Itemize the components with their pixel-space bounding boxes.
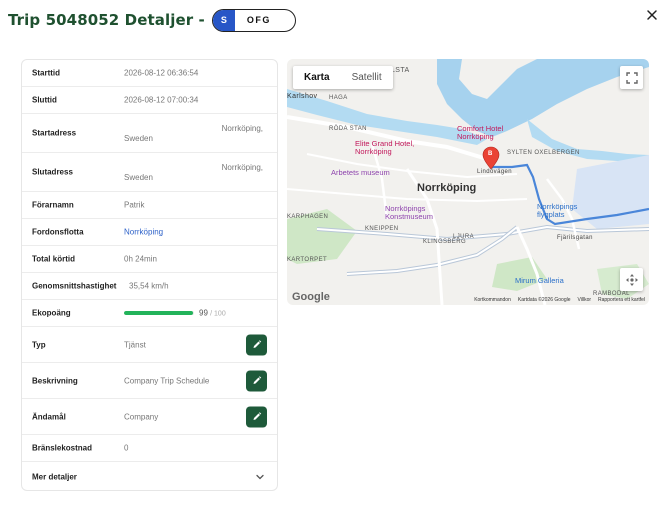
edit-purpose-button[interactable] bbox=[246, 406, 267, 427]
row-driver: Förarnamn Patrik bbox=[22, 192, 277, 219]
tab-map[interactable]: Karta bbox=[293, 66, 341, 89]
google-logo: Google bbox=[292, 291, 330, 303]
description-label: Beskrivning bbox=[32, 376, 78, 385]
tab-satellite[interactable]: Satellit bbox=[341, 66, 393, 89]
pencil-icon bbox=[253, 340, 261, 348]
eco-progress-fill bbox=[124, 311, 194, 315]
map-marker-label: B bbox=[488, 151, 493, 157]
edit-type-button[interactable] bbox=[246, 334, 267, 355]
row-type: Typ Tjänst bbox=[22, 327, 277, 363]
map-label-konstmuseum: Norrköpings Konstmuseum bbox=[385, 204, 433, 221]
row-fleet: Fordonsflotta Norrköping bbox=[22, 219, 277, 246]
map-label-kartorpet: KARTORPET bbox=[287, 257, 328, 263]
driver-label: Förarnamn bbox=[32, 200, 74, 210]
end-address-label: Slutadress bbox=[32, 167, 73, 177]
camera-control-icon bbox=[625, 273, 638, 286]
close-icon[interactable] bbox=[645, 8, 659, 22]
map-label-karlshov: Karlshov bbox=[287, 93, 318, 100]
map-label-roda-stan: RÖDA STAN bbox=[329, 126, 367, 132]
row-end-time: Sluttid 2026-08-12 07:00:34 bbox=[22, 87, 277, 114]
row-end-address: Slutadress Norrköping, Sweden bbox=[22, 153, 277, 192]
trip-details-card: Starttid 2026-08-12 06:36:54 Sluttid 202… bbox=[21, 59, 278, 491]
more-details-label: Mer detaljer bbox=[32, 472, 77, 481]
start-address-label: Startadress bbox=[32, 128, 77, 138]
more-details-toggle[interactable]: Mer detaljer bbox=[22, 462, 277, 490]
fullscreen-button[interactable] bbox=[620, 66, 643, 89]
fleet-label: Fordonsflotta bbox=[32, 227, 84, 237]
row-drive-time: Total körtid 0h 24min bbox=[22, 246, 277, 273]
fuel-cost-value: 0 bbox=[124, 443, 129, 453]
map-terms-link[interactable]: Villkor bbox=[578, 297, 592, 303]
plate-country: S bbox=[212, 9, 235, 31]
map-label-city: Norrköping bbox=[417, 182, 477, 194]
eco-progress-bar bbox=[124, 311, 194, 315]
map-label-lsta: LSTA bbox=[391, 67, 410, 74]
drive-time-label: Total körtid bbox=[32, 254, 75, 264]
pencil-icon bbox=[253, 412, 261, 420]
purpose-label: Ändamål bbox=[32, 412, 66, 421]
map-report-link[interactable]: Rapportera ett kartfel bbox=[598, 297, 645, 303]
avg-speed-label: Genomsnittshastighet bbox=[32, 281, 117, 291]
map-camera-control[interactable] bbox=[620, 268, 643, 291]
eco-value: 99 bbox=[199, 308, 208, 318]
map-footer: Kortkommandon Kartdata ©2026 Google Vill… bbox=[474, 297, 645, 303]
map-label-comfort-hotel: Comfort Hotel Norrköping bbox=[457, 124, 504, 141]
start-address-line2: Sweden bbox=[124, 134, 153, 143]
map-label-fjarilsgatan: Fjärilsgatan bbox=[557, 235, 593, 241]
edit-description-button[interactable] bbox=[246, 370, 267, 391]
start-time-value: 2026-08-12 06:36:54 bbox=[124, 68, 199, 78]
end-address-line2: Sweden bbox=[124, 173, 153, 182]
type-value: Tjänst bbox=[124, 340, 146, 349]
pencil-icon bbox=[253, 376, 261, 384]
map-label-flygplats: Norrköpings flygplats bbox=[537, 202, 578, 219]
trip-map[interactable]: LSTA Karlshov HAGA RÖDA STAN Comfort Hot… bbox=[287, 59, 649, 305]
eco-max: / 100 bbox=[210, 310, 226, 318]
fuel-cost-label: Bränslekostnad bbox=[32, 443, 93, 453]
plate-number: OFG bbox=[246, 15, 271, 25]
row-avg-speed: Genomsnittshastighet 35,54 km/h bbox=[22, 273, 277, 300]
row-purpose: Ändamål Company bbox=[22, 399, 277, 435]
map-label-klingsberg: KLINGSBERG bbox=[423, 239, 467, 245]
description-value: Company Trip Schedule bbox=[124, 376, 210, 385]
map-label-lindovagen: Lindövägen bbox=[477, 169, 513, 175]
map-shortcuts-link[interactable]: Kortkommandon bbox=[474, 297, 511, 303]
map-label-arbetets-museum: Arbetets museum bbox=[331, 168, 390, 177]
map-label-haga: HAGA bbox=[329, 95, 348, 101]
page-title: Trip 5048052 Detaljer - bbox=[8, 11, 205, 29]
start-time-label: Starttid bbox=[32, 68, 60, 78]
driver-value: Patrik bbox=[124, 200, 145, 210]
chevron-down-icon bbox=[256, 474, 264, 479]
eco-label: Ekopoäng bbox=[32, 308, 71, 318]
type-label: Typ bbox=[32, 340, 46, 349]
map-label-sylten: SYLTEN OXELBERGEN bbox=[507, 150, 580, 156]
purpose-value: Company bbox=[124, 412, 159, 421]
map-label-elite-hotel: Elite Grand Hotel, Norrköping bbox=[355, 139, 415, 156]
avg-speed-value: 35,54 km/h bbox=[129, 281, 169, 291]
row-eco-score: Ekopoäng 99 / 100 bbox=[22, 300, 277, 327]
license-plate: S OFG bbox=[211, 8, 296, 32]
map-type-tabs: Karta Satellit bbox=[293, 66, 393, 89]
map-label-mirum: Mirum Galleria bbox=[515, 276, 564, 285]
start-address-line1: Norrköping, bbox=[221, 124, 263, 133]
dialog-header: Trip 5048052 Detaljer - S OFG bbox=[8, 8, 296, 32]
map-label-karphagen: KARPHAGEN bbox=[287, 214, 329, 220]
row-start-address: Startadress Norrköping, Sweden bbox=[22, 114, 277, 153]
row-description: Beskrivning Company Trip Schedule bbox=[22, 363, 277, 399]
end-address-line1: Norrköping, bbox=[221, 163, 263, 172]
row-fuel-cost: Bränslekostnad 0 bbox=[22, 435, 277, 462]
drive-time-value: 0h 24min bbox=[124, 254, 157, 264]
fullscreen-icon bbox=[625, 71, 638, 84]
end-time-value: 2026-08-12 07:00:34 bbox=[124, 95, 199, 105]
eco-score: 99 / 100 bbox=[199, 309, 226, 318]
row-start-time: Starttid 2026-08-12 06:36:54 bbox=[22, 60, 277, 87]
fleet-link[interactable]: Norrköping bbox=[124, 228, 163, 237]
map-label-kneippen: KNEIPPEN bbox=[365, 226, 399, 232]
end-time-label: Sluttid bbox=[32, 95, 57, 105]
map-data-attribution: Kartdata ©2026 Google bbox=[517, 297, 571, 303]
